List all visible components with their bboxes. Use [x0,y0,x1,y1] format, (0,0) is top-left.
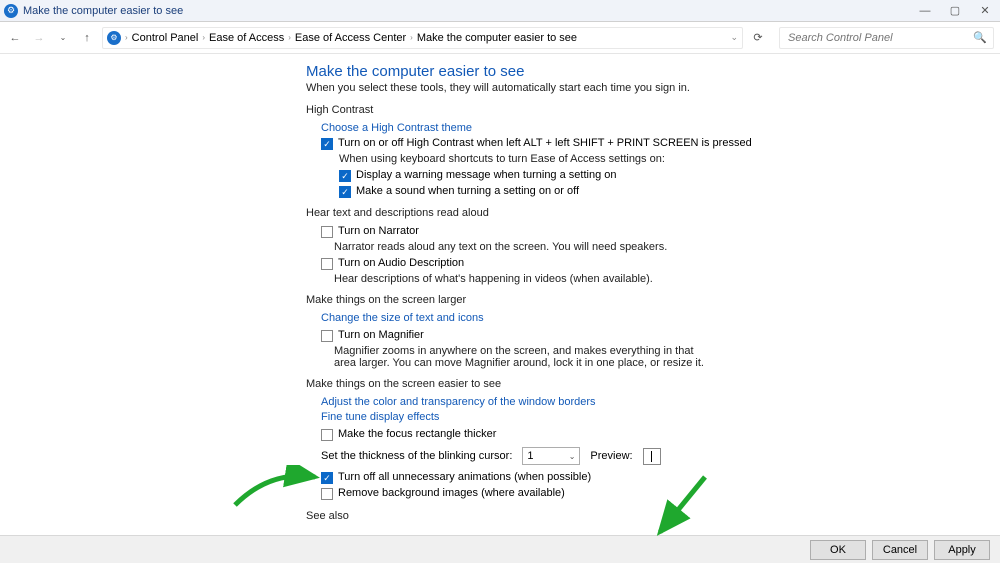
checkbox-warning[interactable] [339,170,351,182]
label-sound: Make a sound when turning a setting on o… [356,185,579,197]
up-button[interactable]: ↑ [78,29,96,47]
address-dropdown-icon[interactable]: ⌄ [730,32,738,43]
chevron-right-icon: › [202,33,205,42]
checkbox-audio-desc[interactable] [321,258,333,270]
label-hc-toggle: Turn on or off High Contrast when left A… [338,137,752,149]
chevron-right-icon: › [125,33,128,42]
checkbox-focus-rect[interactable] [321,429,333,441]
close-button[interactable]: ✕ [970,0,1000,22]
label-warning: Display a warning message when turning a… [356,169,616,181]
minimize-button[interactable]: — [910,0,940,22]
link-text-size[interactable]: Change the size of text and icons [321,312,980,324]
recent-button[interactable]: ⌄ [54,29,72,47]
crumb-control-panel[interactable]: Control Panel [132,32,199,44]
ok-button[interactable]: OK [810,540,866,560]
back-button[interactable]: ← [6,29,24,47]
link-window-borders[interactable]: Adjust the color and transparency of the… [321,396,980,408]
search-box[interactable]: 🔍 [779,27,994,49]
label-remove-bg: Remove background images (where availabl… [338,487,565,499]
help-narrator: Narrator reads aloud any text on the scr… [334,241,980,253]
link-high-contrast-theme[interactable]: Choose a High Contrast theme [321,122,980,134]
help-magnifier: Magnifier zooms in anywhere on the scree… [334,345,704,369]
label-shortcut-note: When using keyboard shortcuts to turn Ea… [339,153,980,165]
chevron-right-icon: › [410,33,413,42]
label-narrator: Turn on Narrator [338,225,419,237]
section-easier: Make things on the screen easier to see [306,378,980,390]
app-icon: ⚙ [4,4,18,18]
forward-button[interactable]: → [30,29,48,47]
control-panel-icon: ⚙ [107,31,121,45]
label-turn-off-animations: Turn off all unnecessary animations (whe… [338,471,591,483]
label-preview: Preview: [590,450,632,462]
search-input[interactable] [786,31,973,45]
crumb-ease-of-access-center[interactable]: Ease of Access Center [295,32,406,44]
address-bar[interactable]: ⚙ › Control Panel › Ease of Access › Eas… [102,27,743,49]
label-audio-desc: Turn on Audio Description [338,257,464,269]
section-see-also: See also [306,510,980,522]
maximize-button[interactable]: ▢ [940,0,970,22]
cancel-button[interactable]: Cancel [872,540,928,560]
help-audio-desc: Hear descriptions of what's happening in… [334,273,980,285]
refresh-button[interactable]: ⟳ [749,29,767,47]
label-focus-rect: Make the focus rectangle thicker [338,428,496,440]
page-subtitle: When you select these tools, they will a… [306,82,980,94]
main-content: Make the computer easier to see When you… [306,63,980,528]
crumb-ease-of-access[interactable]: Ease of Access [209,32,284,44]
checkbox-magnifier[interactable] [321,330,333,342]
page-title: Make the computer easier to see [306,63,980,80]
apply-button[interactable]: Apply [934,540,990,560]
label-magnifier: Turn on Magnifier [338,329,424,341]
label-cursor-thickness: Set the thickness of the blinking cursor… [321,450,512,462]
search-icon: 🔍 [973,31,987,44]
crumb-current[interactable]: Make the computer easier to see [417,32,577,44]
title-bar: ⚙ Make the computer easier to see — ▢ ✕ [0,0,1000,22]
section-high-contrast: High Contrast [306,104,980,116]
chevron-right-icon: › [288,33,291,42]
link-display-effects[interactable]: Fine tune display effects [321,411,980,423]
cursor-preview [643,448,661,465]
dropdown-value: 1 [527,450,533,462]
window-title: Make the computer easier to see [23,5,183,17]
section-larger: Make things on the screen larger [306,294,980,306]
checkbox-narrator[interactable] [321,226,333,238]
checkbox-hc-toggle[interactable] [321,138,333,150]
checkbox-turn-off-animations[interactable] [321,472,333,484]
nav-bar: ← → ⌄ ↑ ⚙ › Control Panel › Ease of Acce… [0,22,1000,54]
dropdown-cursor-thickness[interactable]: 1 ⌄ [522,447,580,465]
checkbox-sound[interactable] [339,186,351,198]
chevron-down-icon: ⌄ [569,452,576,461]
checkbox-remove-bg[interactable] [321,488,333,500]
footer-bar: OK Cancel Apply [0,535,1000,563]
section-hear: Hear text and descriptions read aloud [306,207,980,219]
